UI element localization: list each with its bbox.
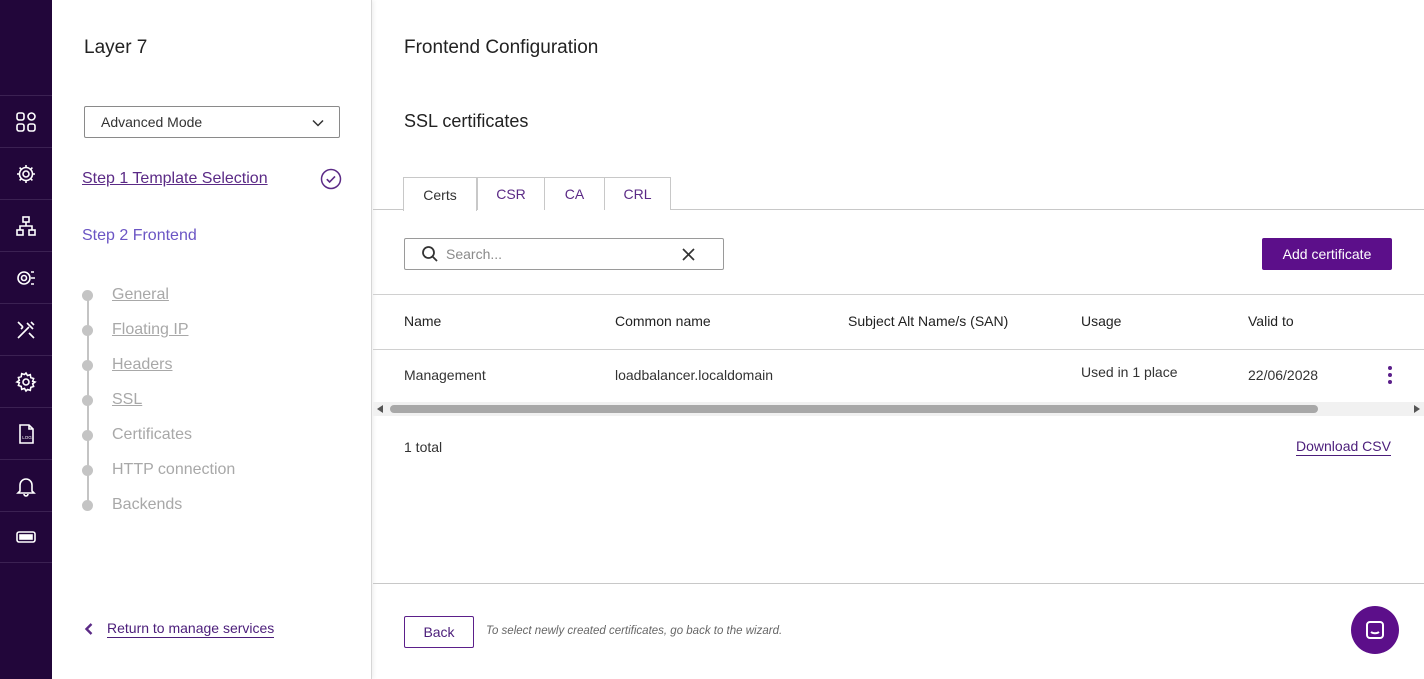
rail-dashboard[interactable] [0,95,52,147]
rail-logs[interactable]: LOG [0,407,52,459]
table-top-border [373,294,1424,295]
rail-services[interactable] [0,147,52,199]
return-to-services-link[interactable]: Return to manage services [82,620,275,638]
license-icon [16,531,36,543]
substep-label[interactable]: Headers [112,356,172,374]
chevron-down-icon [312,119,324,127]
wizard-title: Layer 7 [84,37,148,58]
rail-cluster-settings[interactable] [0,251,52,303]
column-header-name[interactable]: Name [404,313,441,329]
dashboard-icon [16,111,36,132]
chat-icon [1366,621,1384,639]
substep-label[interactable]: General [112,286,169,304]
svg-text:LOG: LOG [22,435,32,440]
settings-icon [15,371,37,392]
cell-common-name: loadbalancer.localdomain [615,367,773,383]
add-certificate-button[interactable]: Add certificate [1262,238,1392,270]
tab-ca[interactable]: CA [544,177,605,210]
row-menu-icon[interactable] [1383,366,1397,384]
substep-headers[interactable]: Headers [82,355,172,375]
substep-floating-ip[interactable]: Floating IP [82,320,188,340]
substep-certificates: Certificates [82,425,192,445]
substep-label[interactable]: SSL [112,391,142,409]
step-dot [82,499,93,511]
substep-backends: Backends [82,495,182,515]
step-1-link[interactable]: Step 1 Template Selection [82,170,268,188]
main-content: Frontend Configuration SSL certificates … [373,0,1424,679]
tab-certs[interactable]: Certs [403,177,477,211]
substep-label: Backends [112,496,183,513]
column-header-usage[interactable]: Usage [1081,313,1121,329]
page-title: Frontend Configuration [404,37,599,58]
step-dot [82,289,93,301]
substep-general[interactable]: General [82,285,169,305]
substep-label: HTTP connection [112,461,236,478]
rail-tools[interactable] [0,303,52,355]
substep-ssl[interactable]: SSL [82,390,142,410]
cell-name: Management [404,367,486,383]
rail-license[interactable] [0,511,52,563]
clear-search-icon[interactable] [681,247,696,262]
mode-select[interactable]: Advanced Mode [84,106,340,138]
footer-divider [373,583,1424,584]
tab-csr[interactable]: CSR [477,177,545,210]
footer-hint: To select newly created certificates, go… [486,625,783,637]
column-header-common-name[interactable]: Common name [615,313,711,329]
cluster-settings-icon [17,270,35,285]
notifications-icon [16,477,36,497]
return-label[interactable]: Return to manage services [107,620,275,638]
chat-launcher-button[interactable] [1351,606,1399,654]
total-count: 1 total [404,439,443,455]
cell-valid-to: 22/06/2028 [1248,367,1319,383]
icon-rail: LOG [0,0,52,679]
mode-select-value: Advanced Mode [101,114,203,130]
cell-usage: Used in 1 place [1081,364,1178,380]
substep-http-connection: HTTP connection [82,460,235,480]
network-icon [16,215,36,236]
step-dot [82,324,93,336]
step-dot [82,394,93,406]
wizard-panel: Layer 7 Advanced Mode Step 1 Template Se… [52,0,372,679]
substep-label[interactable]: Floating IP [112,321,188,339]
step-dot [82,359,93,371]
search-icon [422,246,438,262]
services-icon [17,164,35,183]
column-header-san[interactable]: Subject Alt Name/s (SAN) [848,313,1008,329]
step-dot [82,429,93,441]
horizontal-scrollbar[interactable] [373,402,1424,416]
scroll-left-icon[interactable] [377,405,383,413]
table-header-border [373,349,1424,350]
search-input[interactable] [446,246,676,262]
step-2-label: Step 2 Frontend [82,227,197,244]
chevron-left-icon [84,623,93,635]
rail-network[interactable] [0,199,52,251]
download-csv-link[interactable]: Download CSV [1296,438,1391,456]
check-circle-icon [320,168,342,190]
search-box [404,238,724,270]
tab-crl[interactable]: CRL [604,177,671,210]
rail-notifications[interactable] [0,459,52,511]
tools-icon [17,320,35,339]
back-button[interactable]: Back [404,616,474,648]
step-dot [82,464,93,476]
scroll-right-icon[interactable] [1414,405,1420,413]
section-title: SSL certificates [404,111,529,131]
log-icon: LOG [19,423,34,444]
column-header-valid-to[interactable]: Valid to [1248,313,1294,329]
scrollbar-thumb[interactable] [390,405,1318,413]
rail-settings[interactable] [0,355,52,407]
substep-label: Certificates [112,426,193,443]
